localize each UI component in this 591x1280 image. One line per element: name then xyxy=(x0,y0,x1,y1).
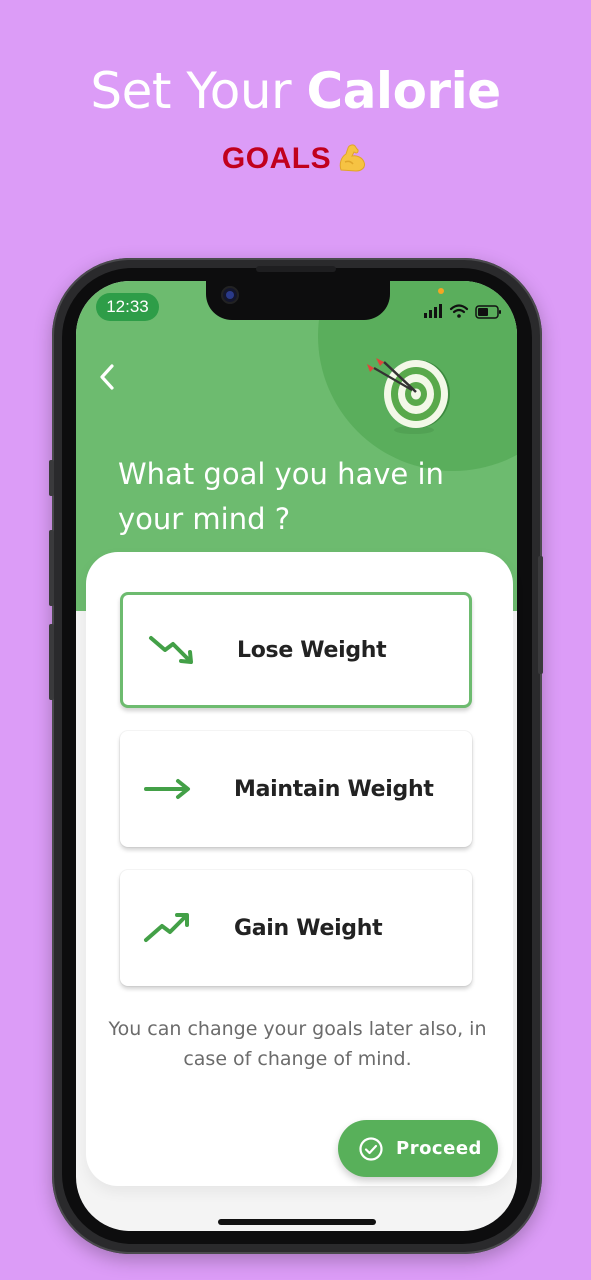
arrow-right-icon xyxy=(144,779,190,799)
volume-down-button xyxy=(49,624,54,700)
goal-option-label: Lose Weight xyxy=(237,637,387,663)
proceed-label: Proceed xyxy=(396,1138,482,1159)
hero-title-bold: Calorie xyxy=(306,62,502,120)
trend-up-icon xyxy=(144,913,189,942)
goal-option-lose-weight[interactable]: Lose Weight xyxy=(120,592,472,708)
signal-icon xyxy=(424,304,442,318)
hero-subtitle: GOALS xyxy=(0,140,591,176)
earpiece-speaker xyxy=(256,266,336,272)
goal-option-label: Gain Weight xyxy=(234,915,383,941)
status-icons xyxy=(424,304,501,319)
hero-subtitle-text: GOALS xyxy=(221,142,332,175)
proceed-button[interactable]: Proceed xyxy=(338,1120,498,1177)
change-goals-note: You can change your goals later also, in… xyxy=(108,1018,487,1070)
goal-option-label: Maintain Weight xyxy=(234,776,434,802)
target-dart-icon xyxy=(367,358,450,434)
trend-down-icon xyxy=(149,636,193,664)
flexed-biceps-icon xyxy=(339,144,366,172)
goal-option-gain-weight[interactable]: Gain Weight xyxy=(120,870,472,986)
hero-title-light: Set Your xyxy=(90,62,307,120)
chevron-left-icon[interactable] xyxy=(92,360,122,394)
status-time: 12:33 xyxy=(96,293,159,321)
goal-question: What goal you have in your mind ? xyxy=(118,457,444,536)
check-circle-icon xyxy=(359,1136,383,1161)
volume-up-button xyxy=(49,530,54,606)
power-button xyxy=(538,556,543,674)
wifi-icon xyxy=(449,304,469,318)
goal-option-maintain-weight[interactable]: Maintain Weight xyxy=(120,731,472,847)
front-camera xyxy=(221,286,239,304)
silent-switch xyxy=(49,460,54,496)
hero-title: Set Your Calorie xyxy=(0,62,591,120)
battery-icon xyxy=(475,305,501,319)
home-indicator[interactable] xyxy=(218,1219,376,1225)
privacy-indicator-dot xyxy=(438,288,444,294)
